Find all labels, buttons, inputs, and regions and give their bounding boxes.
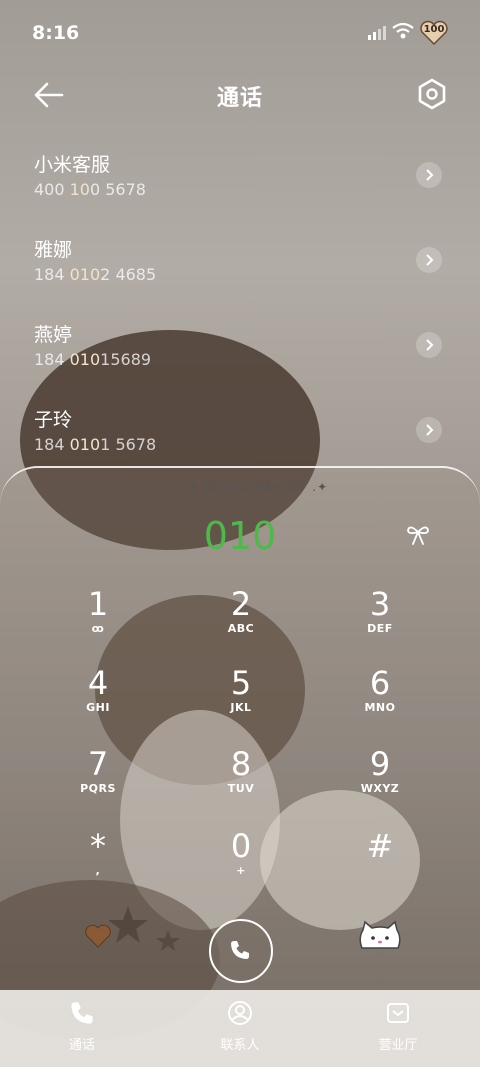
call-match-row[interactable]: 雅娜 184 0102 4685 [0, 223, 480, 308]
battery-level: 100 [423, 24, 445, 35]
call-match-list: 小米客服 400 100 5678 雅娜 184 0102 4685 燕婷 18… [0, 138, 480, 478]
bottom-tab-bar: 通话 联系人 营业厅 [0, 990, 480, 1067]
tab-service-hall[interactable]: 营业厅 [348, 1000, 448, 1053]
phone-icon [71, 1002, 93, 1024]
contact-name: 小米客服 [34, 154, 111, 176]
call-button[interactable] [209, 919, 273, 983]
heart-icon[interactable] [84, 922, 112, 950]
contact-name: 雅娜 [34, 239, 73, 261]
bow-icon[interactable] [404, 520, 432, 548]
dialpad-slogan: ☆☆☆★ Do you like 咪？.✦ [151, 480, 329, 494]
kitty-icon[interactable] [356, 920, 404, 952]
chevron-right-icon[interactable] [416, 417, 442, 443]
contact-name: 子玲 [34, 409, 73, 431]
call-match-row[interactable]: 燕婷 184 01015689 [0, 308, 480, 393]
battery-icon: 100 [420, 20, 448, 46]
contact-name: 燕婷 [34, 324, 73, 346]
chevron-right-icon[interactable] [416, 332, 442, 358]
tab-calls[interactable]: 通话 [32, 1000, 132, 1053]
tab-contacts-label: 联系人 [220, 1038, 260, 1053]
tab-calls-label: 通话 [68, 1038, 95, 1053]
tab-service-hall-label: 营业厅 [378, 1038, 418, 1053]
call-match-row[interactable]: 小米客服 400 100 5678 [0, 138, 480, 223]
page-title: 通话 [216, 86, 263, 111]
dial-key-3[interactable]: 3 DEF [320, 586, 440, 664]
chevron-right-icon[interactable] [416, 247, 442, 273]
wifi-icon [392, 22, 414, 39]
status-bar: 8:16 100 [0, 0, 480, 64]
dial-key-2[interactable]: 2 ABC [181, 586, 301, 664]
dialpad-panel: ☆☆☆★ Do you like 咪？.✦ 010 1ꝏ 2 ABC 3 DEF 4… [0, 466, 480, 1008]
dial-key-4[interactable]: 4 GHI [38, 665, 158, 743]
settings-gear-icon[interactable] [414, 76, 450, 112]
contacts-icon [228, 1001, 252, 1025]
dial-key-5[interactable]: 5 JKL [181, 665, 301, 743]
contact-number: 184 01015689 [34, 350, 152, 369]
dial-key-6[interactable]: 6 MNO [320, 665, 440, 743]
dial-key-9[interactable]: 9 WXYZ [320, 746, 440, 824]
dial-key-0[interactable]: 0 + [181, 828, 301, 906]
app-header: 通话 [0, 70, 480, 120]
dial-key-7[interactable]: 7 PQRS [38, 746, 158, 824]
service-hall-icon [387, 1003, 409, 1023]
dial-key-8[interactable]: 8 TUV [181, 746, 301, 824]
tab-contacts[interactable]: 联系人 [190, 1000, 290, 1053]
dial-key-star[interactable]: *, [38, 828, 158, 906]
chevron-right-icon[interactable] [416, 162, 442, 188]
dial-key-hash[interactable]: # [320, 828, 440, 906]
phone-icon [231, 941, 249, 959]
dial-key-1[interactable]: 1ꝏ [38, 586, 158, 664]
contact-number: 400 100 5678 [34, 180, 146, 199]
contact-number: 184 0102 4685 [34, 265, 157, 284]
status-time: 8:16 [32, 22, 80, 44]
signal-icon [368, 26, 386, 40]
contact-number: 184 0101 5678 [34, 435, 157, 454]
